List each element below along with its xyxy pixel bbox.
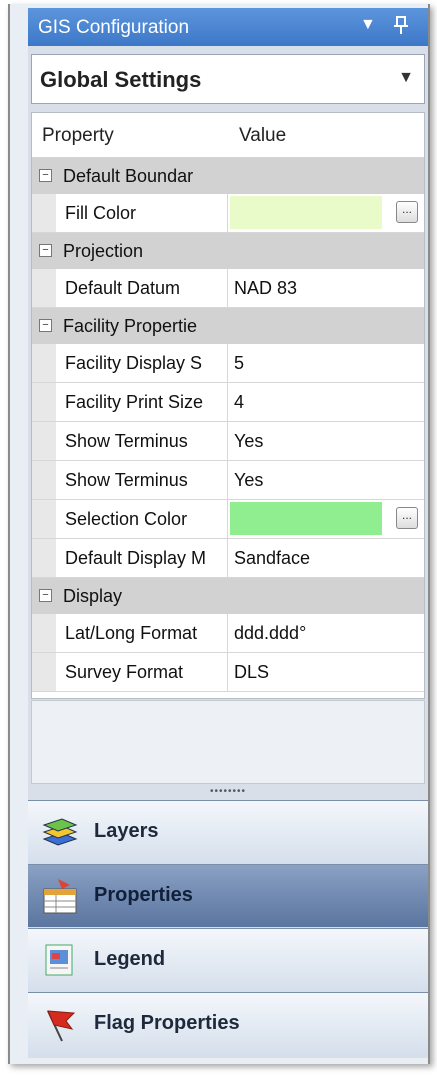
category-label: Display: [63, 586, 123, 606]
column-divider: [227, 344, 228, 382]
property-label: Facility Display S: [65, 353, 203, 373]
property-value[interactable]: NAD 83: [234, 278, 297, 299]
layers-icon: [40, 813, 80, 851]
nav-properties-button[interactable]: Properties: [28, 864, 428, 927]
property-row-default-display-mode[interactable]: Default Display M Sandface: [32, 539, 424, 578]
splitter-grip[interactable]: ••••••••: [28, 786, 428, 798]
property-column-header[interactable]: Property: [42, 125, 114, 147]
category-label: Projection: [63, 241, 144, 261]
property-value[interactable]: 4: [234, 392, 244, 413]
property-value[interactable]: Yes: [234, 470, 263, 491]
property-row-fill-color[interactable]: Fill Color ...: [32, 194, 424, 233]
chevron-down-icon[interactable]: ▼: [398, 69, 414, 87]
category-label: Default Boundar: [63, 166, 194, 186]
nav-layers-label: Layers: [94, 820, 159, 842]
panel-title: GIS Configuration: [38, 17, 190, 38]
column-divider: [227, 614, 228, 652]
row-gutter: [32, 383, 56, 421]
row-gutter: [32, 422, 56, 460]
property-row-show-terminus[interactable]: Show Terminus Yes: [32, 422, 424, 461]
property-label: Show Terminus: [65, 431, 188, 451]
fill-color-ellipsis-button[interactable]: ...: [396, 201, 418, 223]
property-value[interactable]: ddd.ddd°: [234, 623, 306, 644]
nav-properties-label: Properties: [94, 884, 193, 906]
pin-icon[interactable]: [394, 16, 408, 39]
dropdown-arrow-icon[interactable]: ▼: [360, 16, 376, 34]
property-label: Lat/Long Format: [65, 623, 198, 643]
property-label: Survey Format: [65, 662, 184, 682]
row-gutter: [32, 194, 56, 232]
category-default-boundary[interactable]: − Default Boundar: [32, 158, 424, 194]
panel-titlebar: GIS Configuration ▼: [28, 8, 428, 46]
column-divider: [227, 422, 228, 460]
legend-icon: [40, 941, 80, 979]
row-gutter: [32, 614, 56, 652]
property-value[interactable]: DLS: [234, 662, 269, 683]
property-label: Show Terminus: [65, 470, 188, 490]
selection-color-swatch[interactable]: [230, 502, 382, 535]
nav-legend-button[interactable]: Legend: [28, 928, 428, 991]
property-label: Facility Print Size: [65, 392, 204, 412]
nav-flag-properties-button[interactable]: Flag Properties: [28, 992, 428, 1055]
column-divider: [227, 461, 228, 499]
selection-color-ellipsis-button[interactable]: ...: [396, 507, 418, 529]
properties-icon: [40, 877, 80, 915]
property-row-show-terminus[interactable]: Show Terminus Yes: [32, 461, 424, 500]
property-value[interactable]: 5: [234, 353, 244, 374]
gis-configuration-panel: GIS Configuration ▼ Global Settings ▼ Pr…: [28, 8, 428, 1058]
column-divider: [227, 269, 228, 307]
property-row-facility-display-size[interactable]: Facility Display S 5: [32, 344, 424, 383]
property-value[interactable]: Sandface: [234, 548, 310, 569]
row-gutter: [32, 500, 56, 538]
property-row-lat-long-format[interactable]: Lat/Long Format ddd.ddd°: [32, 614, 424, 653]
property-row-selection-color[interactable]: Selection Color ...: [32, 500, 424, 539]
fill-color-swatch[interactable]: [230, 196, 382, 229]
column-divider: [227, 194, 228, 232]
column-divider: [227, 653, 228, 691]
row-gutter: [32, 539, 56, 577]
row-gutter: [32, 269, 56, 307]
settings-dropdown[interactable]: Global Settings ▼: [31, 54, 425, 104]
property-value[interactable]: Yes: [234, 431, 263, 452]
row-gutter: [32, 653, 56, 691]
collapse-toggle-icon[interactable]: −: [39, 319, 52, 332]
collapse-toggle-icon[interactable]: −: [39, 244, 52, 257]
property-grid: Property Value − Default Boundar Fill Co…: [31, 112, 425, 699]
property-row-default-datum[interactable]: Default Datum NAD 83: [32, 269, 424, 308]
description-area: [31, 700, 425, 784]
property-label: Selection Color: [65, 509, 188, 529]
category-facility-properties[interactable]: − Facility Propertie: [32, 308, 424, 344]
nav-layers-button[interactable]: Layers: [28, 800, 428, 863]
column-divider: [227, 500, 228, 538]
nav-legend-label: Legend: [94, 948, 166, 970]
row-gutter: [32, 344, 56, 382]
property-row-survey-format[interactable]: Survey Format DLS: [32, 653, 424, 692]
property-label: Default Display M: [65, 548, 207, 568]
property-label: Fill Color: [65, 203, 137, 223]
value-column-header[interactable]: Value: [239, 125, 286, 147]
collapse-toggle-icon[interactable]: −: [39, 169, 52, 182]
flag-icon: [40, 1005, 80, 1043]
row-gutter: [32, 461, 56, 499]
property-label: Default Datum: [65, 278, 181, 298]
collapse-toggle-icon[interactable]: −: [39, 589, 52, 602]
nav-flag-properties-label: Flag Properties: [94, 1012, 240, 1034]
property-row-facility-print-size[interactable]: Facility Print Size 4: [32, 383, 424, 422]
settings-dropdown-value: Global Settings: [40, 67, 202, 92]
category-projection[interactable]: − Projection: [32, 233, 424, 269]
column-divider: [227, 383, 228, 421]
category-label: Facility Propertie: [63, 316, 198, 336]
column-divider: [227, 539, 228, 577]
category-display[interactable]: − Display: [32, 578, 424, 614]
grid-header: Property Value: [32, 113, 424, 158]
